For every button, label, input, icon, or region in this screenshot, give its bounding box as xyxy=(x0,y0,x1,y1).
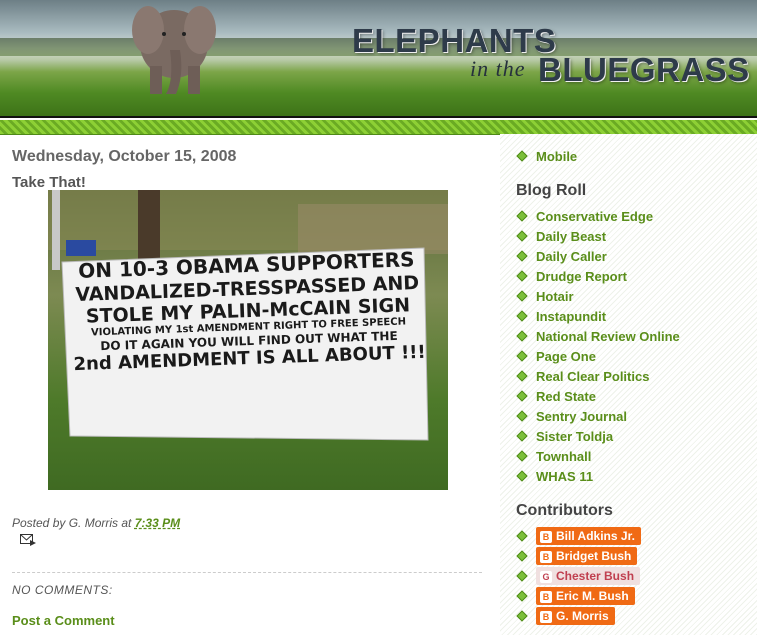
blogroll-item[interactable]: Drudge Report xyxy=(516,269,627,287)
sidebar-item-label: Mobile xyxy=(536,149,578,164)
contributor-item[interactable]: B G. Morris xyxy=(516,607,615,627)
bullet-icon xyxy=(516,210,528,222)
bullet-icon xyxy=(516,150,528,162)
blogroll-link: National Review Online xyxy=(536,329,680,344)
blogroll-link: WHAS 11 xyxy=(536,469,594,484)
contributor-chip[interactable]: B Eric M. Bush xyxy=(536,587,635,605)
contributor-name: Eric M. Bush xyxy=(556,589,629,603)
blogroll-link: Sister Toldja xyxy=(536,429,614,444)
sidebar-item-mobile[interactable]: Mobile xyxy=(516,149,577,167)
blogroll-item[interactable]: Instapundit xyxy=(516,309,606,327)
bullet-icon xyxy=(516,450,528,462)
post-date: Wednesday, October 15, 2008 xyxy=(12,148,237,165)
bullet-icon xyxy=(516,290,528,302)
site-title-line3: BLUEGRASS xyxy=(538,51,750,88)
contributor-chip[interactable]: B G. Morris xyxy=(536,607,615,625)
bullet-icon xyxy=(516,390,528,402)
blogroll-link: Daily Caller xyxy=(536,249,607,264)
blogroll-item[interactable]: Red State xyxy=(516,389,596,407)
blogger-icon: B xyxy=(540,531,552,543)
bullet-icon xyxy=(516,569,528,582)
blogroll-item[interactable]: Sister Toldja xyxy=(516,429,613,447)
comments-divider xyxy=(12,572,482,573)
blogroll-item[interactable]: Conservative Edge xyxy=(516,209,653,227)
post-title[interactable]: Take That! xyxy=(12,174,86,191)
comments-label: NO COMMENTS: xyxy=(12,583,113,597)
blogroll-item[interactable]: Hotair xyxy=(516,289,574,307)
contributor-item[interactable]: B Eric M. Bush xyxy=(516,587,635,607)
blogroll-item[interactable]: Real Clear Politics xyxy=(516,369,649,387)
bullet-icon xyxy=(516,350,528,362)
blogroll-link: Conservative Edge xyxy=(536,209,654,224)
contributor-item[interactable]: B Bridget Bush xyxy=(516,547,638,567)
blogroll-link: Townhall xyxy=(536,449,592,464)
blogroll-item[interactable]: Sentry Journal xyxy=(516,409,627,427)
site-title-line1: ELEPHANTS xyxy=(352,22,557,59)
sidebar: Mobile Blog Roll Conservative Edge Daily… xyxy=(500,134,757,635)
blogroll-link: Sentry Journal xyxy=(536,409,628,424)
bullet-icon xyxy=(516,250,528,262)
contributor-item[interactable]: B Bill Adkins Jr. xyxy=(516,527,641,547)
bullet-icon xyxy=(516,529,528,542)
bullet-icon xyxy=(516,370,528,382)
blogger-icon: B xyxy=(540,551,552,563)
bullet-icon xyxy=(516,609,528,622)
bullet-icon xyxy=(516,310,528,322)
blogroll-link: Drudge Report xyxy=(536,269,627,284)
zigzag-divider xyxy=(0,120,757,135)
blogroll-link: Red State xyxy=(536,389,596,404)
post-comment-link[interactable]: Post a Comment xyxy=(12,613,115,628)
blogroll-item[interactable]: Page One xyxy=(516,349,596,367)
site-title[interactable]: ELEPHANTS in the BLUEGRASS xyxy=(352,22,749,88)
contributors-heading: Contributors xyxy=(516,502,613,519)
blogroll-item[interactable]: Townhall xyxy=(516,449,591,467)
post-time-link[interactable]: 7:33 PM xyxy=(135,516,180,530)
header-banner[interactable]: ELEPHANTS in the BLUEGRASS xyxy=(0,0,757,118)
blogroll-item[interactable]: Daily Caller xyxy=(516,249,607,267)
google-icon: G xyxy=(540,571,552,583)
bullet-icon xyxy=(516,230,528,242)
contributor-name: G. Morris xyxy=(556,609,609,623)
blogroll-link: Real Clear Politics xyxy=(536,369,650,384)
blogroll-item[interactable]: National Review Online xyxy=(516,329,680,347)
posted-by: Posted by G. Morris at xyxy=(12,516,132,530)
blogroll-heading: Blog Roll xyxy=(516,182,587,199)
contributor-name: Bill Adkins Jr. xyxy=(556,529,635,543)
blogroll-item[interactable]: WHAS 11 xyxy=(516,469,593,487)
bullet-icon xyxy=(516,270,528,282)
email-post-icon[interactable] xyxy=(20,534,36,546)
blogroll-item[interactable]: Daily Beast xyxy=(516,229,606,247)
bullet-icon xyxy=(516,589,528,602)
bullet-icon xyxy=(516,410,528,422)
bullet-icon xyxy=(516,470,528,482)
contributor-chip[interactable]: B Bill Adkins Jr. xyxy=(536,527,641,545)
site-title-line2: in the xyxy=(470,56,526,81)
blogroll-link: Instapundit xyxy=(536,309,607,324)
blogger-icon: B xyxy=(540,611,552,623)
post-photo[interactable]: ON 10-3 OBAMA SUPPORTERS VANDALIZED-TRES… xyxy=(48,190,448,490)
post-footer: Posted by G. Morris at 7:33 PM xyxy=(12,516,180,530)
contributor-name: Bridget Bush xyxy=(556,549,632,563)
contributor-chip[interactable]: B Bridget Bush xyxy=(536,547,638,565)
blogger-icon: B xyxy=(540,591,552,603)
bullet-icon xyxy=(516,430,528,442)
bullet-icon xyxy=(516,330,528,342)
bullet-icon xyxy=(516,549,528,562)
blogroll-link: Page One xyxy=(536,349,596,364)
blogroll-link: Hotair xyxy=(536,289,574,304)
sign-text: ON 10-3 OBAMA SUPPORTERS VANDALIZED-TRES… xyxy=(66,247,430,376)
contributor-chip[interactable]: G Chester Bush xyxy=(536,567,641,585)
contributor-name: Chester Bush xyxy=(556,569,635,583)
elephant-image xyxy=(132,6,216,94)
blogroll-link: Daily Beast xyxy=(536,229,607,244)
contributor-item[interactable]: G Chester Bush xyxy=(516,567,641,587)
